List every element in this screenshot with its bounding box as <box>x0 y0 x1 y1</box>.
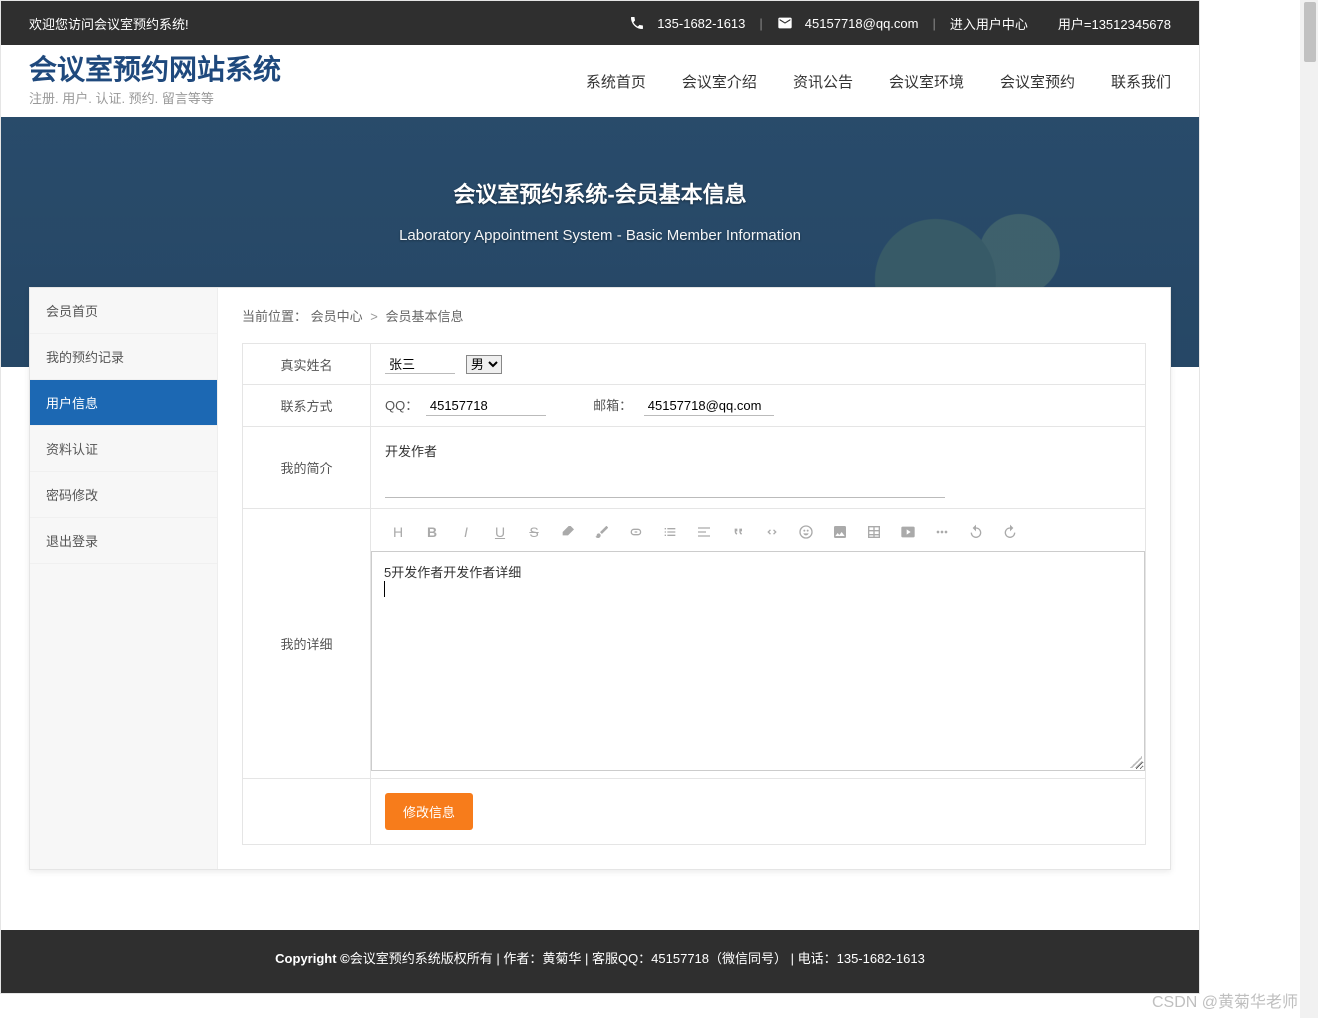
email-input[interactable] <box>644 396 774 416</box>
separator: | <box>759 16 762 31</box>
breadcrumb: 当前位置： 会员中心 > 会员基本信息 <box>242 306 1146 325</box>
intro-label: 我的简介 <box>243 427 371 509</box>
editor-content: 5开发作者开发作者详细 <box>384 562 1132 581</box>
sidebar-item-auth[interactable]: 资料认证 <box>30 426 217 472</box>
nav-contact[interactable]: 联系我们 <box>1111 71 1171 92</box>
topbar-user-label: 用户=13512345678 <box>1058 14 1171 33</box>
intro-input[interactable] <box>385 478 945 498</box>
toolbar-video-icon[interactable] <box>899 523 917 541</box>
brand-subtitle: 注册. 用户. 认证. 预约. 留言等等 <box>29 88 281 107</box>
toolbar-bold-icon[interactable]: B <box>423 523 441 541</box>
nav-rooms[interactable]: 会议室介绍 <box>682 71 757 92</box>
sidebar-item-password[interactable]: 密码修改 <box>30 472 217 518</box>
submit-button[interactable]: 修改信息 <box>385 793 473 830</box>
editor-textarea[interactable]: 5开发作者开发作者详细 <box>371 551 1145 771</box>
toolbar-image-icon[interactable] <box>831 523 849 541</box>
submit-row-label <box>243 779 371 845</box>
vertical-scrollbar[interactable] <box>1300 0 1318 1018</box>
email-label: 邮箱： <box>593 398 632 413</box>
realname-input[interactable] <box>385 354 455 374</box>
text-cursor <box>384 581 385 597</box>
toolbar-align-icon[interactable] <box>695 523 713 541</box>
nav-reserve[interactable]: 会议室预约 <box>1000 71 1075 92</box>
sidebar-item-reservations[interactable]: 我的预约记录 <box>30 334 217 380</box>
breadcrumb-part-1: 会员中心 <box>311 309 363 324</box>
nav-home[interactable]: 系统首页 <box>586 71 646 92</box>
toolbar-underline-icon[interactable]: U <box>491 523 509 541</box>
toolbar-redo-icon[interactable] <box>1001 523 1019 541</box>
separator: | <box>932 16 935 31</box>
intro-text: 开发作者 <box>385 437 1131 478</box>
topbar-welcome: 欢迎您访问会议室预约系统! <box>29 14 189 33</box>
footer-text: Copyright ©会议室预约系统版权所有 | 作者：黄菊华 | 客服QQ：4… <box>275 951 925 966</box>
sidebar-item-home[interactable]: 会员首页 <box>30 288 217 334</box>
enter-user-center-link[interactable]: 进入用户中心 <box>950 14 1028 33</box>
gender-select[interactable]: 男 女 <box>466 355 502 374</box>
sidebar: 会员首页 我的预约记录 用户信息 资料认证 密码修改 退出登录 <box>30 288 218 869</box>
topbar-email[interactable]: 45157718@qq.com <box>805 16 919 31</box>
breadcrumb-sep: > <box>370 309 378 324</box>
sidebar-item-logout[interactable]: 退出登录 <box>30 518 217 564</box>
topbar: 欢迎您访问会议室预约系统! 135-1682-1613 | 45157718@q… <box>1 1 1199 45</box>
nav-news[interactable]: 资讯公告 <box>793 71 853 92</box>
toolbar-link-icon[interactable] <box>627 523 645 541</box>
toolbar-undo-icon[interactable] <box>967 523 985 541</box>
toolbar-quote-icon[interactable] <box>729 523 747 541</box>
toolbar-list-icon[interactable] <box>661 523 679 541</box>
toolbar-emoji-icon[interactable] <box>797 523 815 541</box>
realname-label: 真实姓名 <box>243 344 371 385</box>
toolbar-italic-icon[interactable]: I <box>457 523 475 541</box>
header: 会议室预约网站系统 注册. 用户. 认证. 预约. 留言等等 系统首页 会议室介… <box>1 45 1199 117</box>
main-nav: 系统首页 会议室介绍 资讯公告 会议室环境 会议室预约 联系我们 <box>586 71 1171 92</box>
toolbar-more-icon[interactable] <box>933 523 951 541</box>
breadcrumb-prefix: 当前位置： <box>242 309 307 324</box>
qq-input[interactable] <box>426 396 546 416</box>
mail-icon <box>777 15 793 31</box>
topbar-phone[interactable]: 135-1682-1613 <box>657 16 745 31</box>
rich-editor: H B I U S <box>371 517 1145 771</box>
contact-label: 联系方式 <box>243 385 371 427</box>
footer: Copyright ©会议室预约系统版权所有 | 作者：黄菊华 | 客服QQ：4… <box>1 930 1199 993</box>
nav-env[interactable]: 会议室环境 <box>889 71 964 92</box>
toolbar-brush-icon[interactable] <box>593 523 611 541</box>
toolbar-strike-icon[interactable]: S <box>525 523 543 541</box>
hero-subtitle: Laboratory Appointment System - Basic Me… <box>1 227 1199 244</box>
editor-toolbar: H B I U S <box>371 517 1145 551</box>
hero-title: 会议室预约系统-会员基本信息 <box>1 177 1199 209</box>
sidebar-item-userinfo[interactable]: 用户信息 <box>30 380 217 426</box>
breadcrumb-part-2: 会员基本信息 <box>386 309 464 324</box>
toolbar-code-icon[interactable] <box>763 523 781 541</box>
toolbar-table-icon[interactable] <box>865 523 883 541</box>
phone-icon <box>629 15 645 31</box>
profile-form: 真实姓名 男 女 联系方式 QQ： <box>242 343 1146 845</box>
detail-label: 我的详细 <box>243 509 371 779</box>
brand-title: 会议室预约网站系统 <box>29 55 281 86</box>
toolbar-heading-icon[interactable]: H <box>389 523 407 541</box>
toolbar-eraser-icon[interactable] <box>559 523 577 541</box>
qq-label: QQ： <box>385 398 418 413</box>
main-card: 会员首页 我的预约记录 用户信息 资料认证 密码修改 退出登录 当前位置： 会员… <box>29 287 1171 870</box>
scrollbar-thumb[interactable] <box>1304 2 1316 62</box>
